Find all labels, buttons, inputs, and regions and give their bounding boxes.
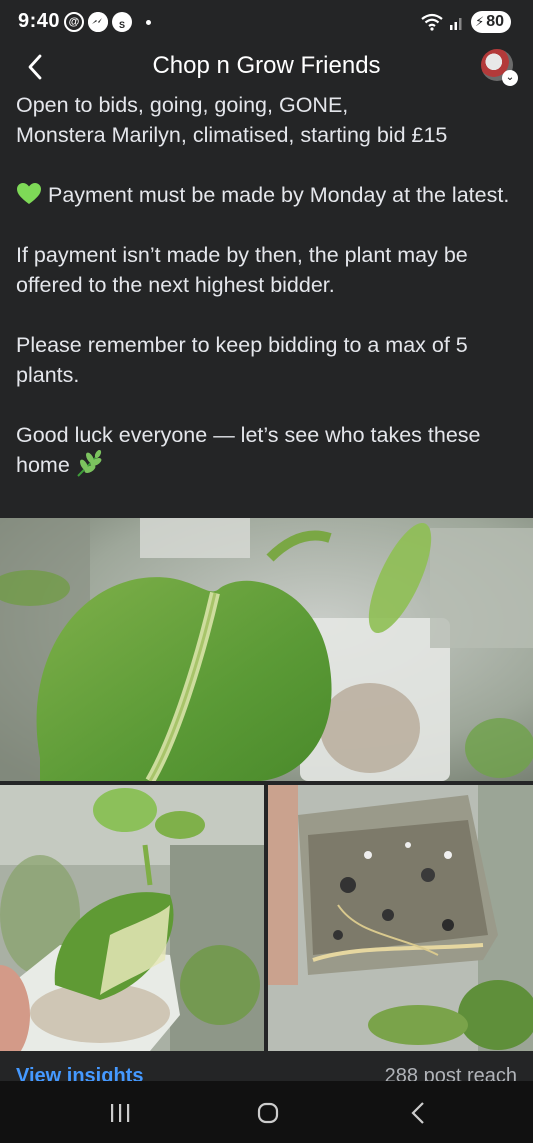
battery-level: 80 (486, 13, 504, 30)
post-paragraph: Open to bids, going, going, GONE, Monste… (16, 90, 521, 150)
post-paragraph: Please remember to keep bidding to a max… (16, 330, 521, 390)
post-paragraph: If payment isn’t made by then, the plant… (16, 240, 521, 300)
monstera-pot-photo (0, 785, 264, 1051)
profile-switcher[interactable]: ⌄ (481, 49, 518, 86)
wifi-icon (421, 13, 443, 31)
status-notification-icons: @ S (64, 12, 151, 32)
status-bar: 9:40 @ S ⚡ 80 (0, 0, 533, 46)
messenger-icon (88, 12, 108, 32)
post-body: Open to bids, going, going, GONE, Monste… (16, 90, 521, 510)
post-reach-count: 288 post reach (384, 1065, 517, 1081)
chevron-down-icon: ⌄ (502, 70, 518, 86)
post-text-line: Monstera Marilyn, climatised, starting b… (16, 123, 448, 147)
home-icon (257, 1102, 279, 1124)
battery-icon: ⚡ 80 (471, 11, 511, 33)
post-text: Please remember to keep bidding to a max… (16, 333, 468, 387)
green-heart-icon (17, 183, 41, 204)
post-text: If payment isn’t made by then, the plant… (16, 243, 468, 297)
recents-icon (111, 1104, 130, 1122)
notification-dot-icon (146, 19, 151, 25)
post-text: Payment must be made by Monday at the la… (48, 183, 510, 207)
status-time: 9:40 (18, 10, 61, 32)
post-photo-right[interactable] (268, 785, 533, 1051)
post-photo-main[interactable] (0, 518, 533, 781)
post-paragraph: Payment must be made by Monday at the la… (16, 180, 521, 210)
monstera-roots-photo (268, 785, 533, 1051)
shop-icon: S (112, 12, 132, 32)
app-header: Chop n Grow Friends ⌄ (0, 46, 533, 88)
threads-icon: @ (64, 12, 84, 32)
post-photo-left[interactable] (0, 785, 264, 1051)
recents-button[interactable] (100, 1099, 140, 1127)
signal-icon (450, 18, 462, 30)
group-title: Chop n Grow Friends (152, 52, 381, 79)
svg-text:S: S (119, 20, 125, 30)
post-text-line: Open to bids, going, going, GONE, (16, 93, 349, 117)
monstera-leaf-photo (0, 518, 533, 781)
status-system-icons: ⚡ 80 (421, 11, 511, 33)
view-insights-link[interactable]: View insights (16, 1065, 143, 1081)
post-insights-row: View insights 288 post reach (0, 1051, 533, 1081)
post-paragraph: Good luck everyone — let’s see who takes… (16, 420, 521, 480)
system-nav-bar (0, 1081, 533, 1143)
charging-bolt-icon: ⚡ (475, 14, 485, 29)
herb-icon (77, 450, 102, 477)
home-button[interactable] (248, 1099, 288, 1127)
back-chevron-icon (411, 1102, 424, 1124)
system-back-button[interactable] (398, 1099, 438, 1127)
